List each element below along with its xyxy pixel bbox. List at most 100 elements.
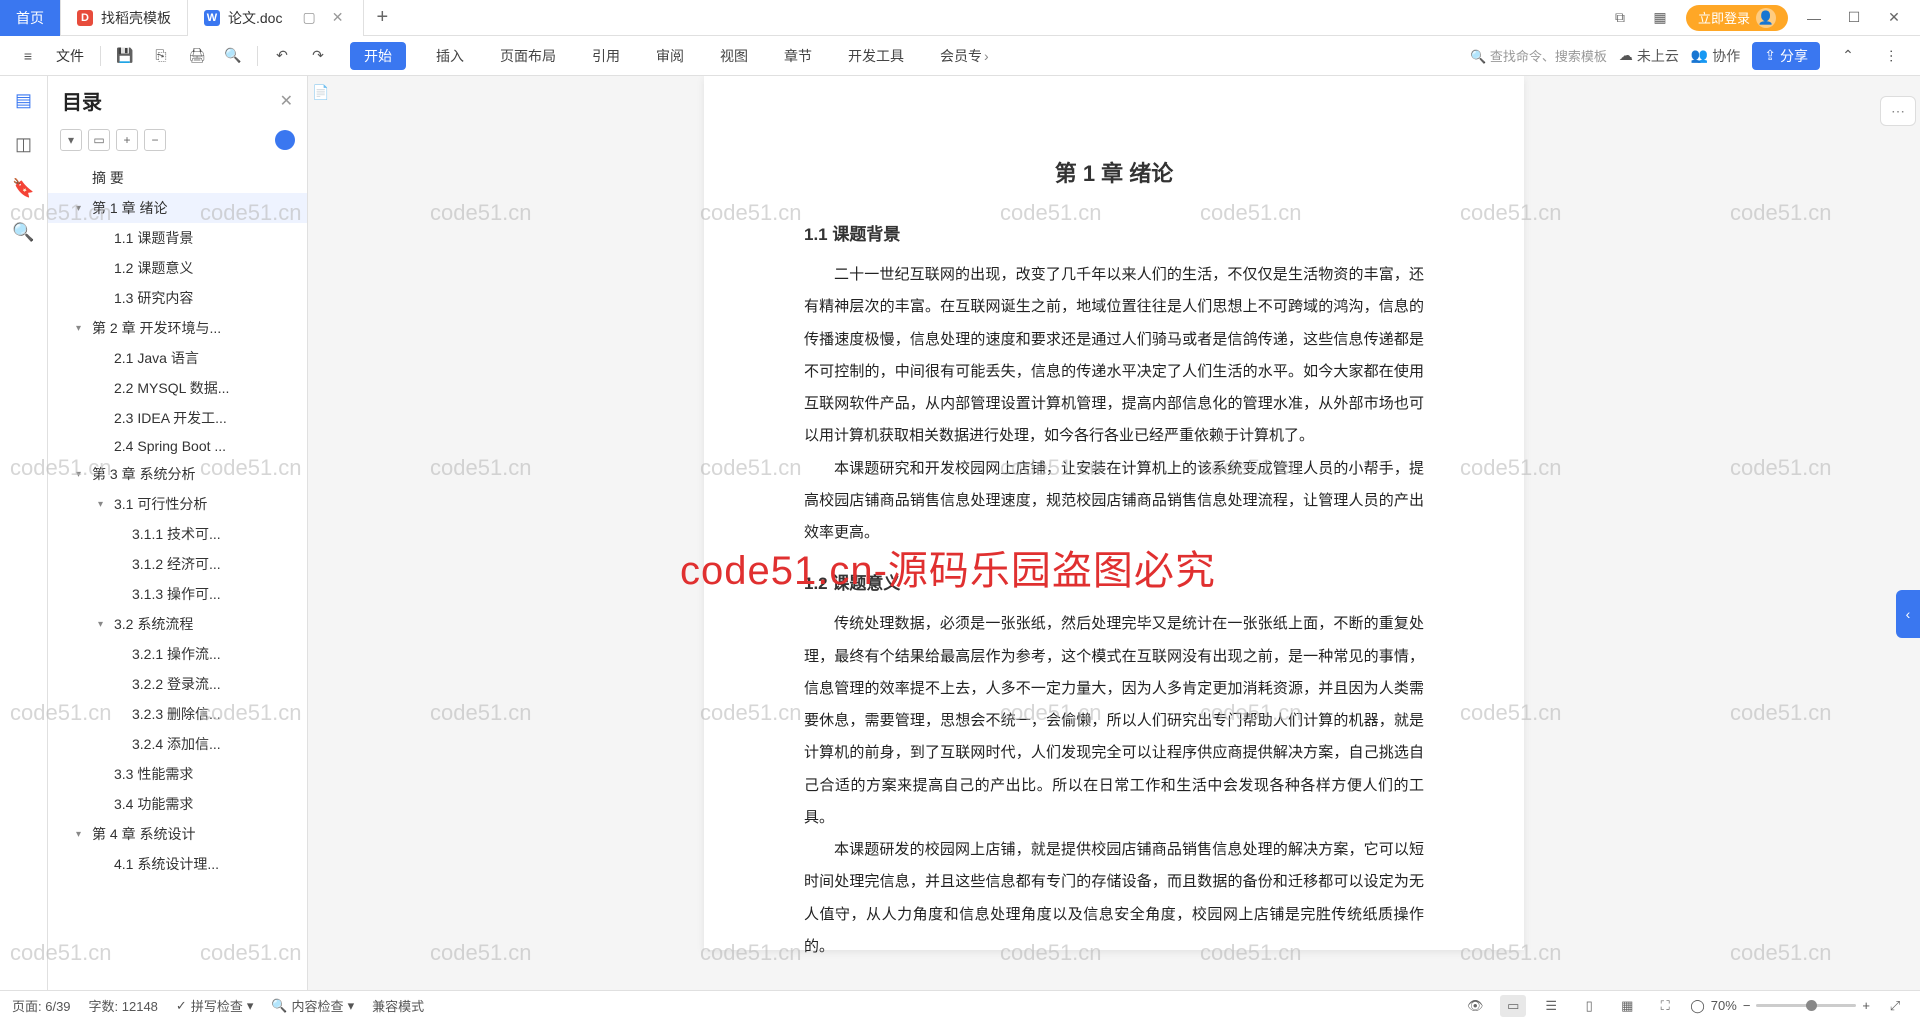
- section-1-title: 1.1 课题背景: [804, 220, 1424, 245]
- toc-item[interactable]: 1.1 课题背景: [48, 223, 307, 253]
- toc-collapse-all[interactable]: ▾: [60, 129, 82, 151]
- toc-item[interactable]: ▾第 2 章 开发环境与...: [48, 313, 307, 343]
- web-view-icon[interactable]: ▦: [1614, 995, 1640, 1017]
- more-icon[interactable]: ⋯: [1876, 40, 1908, 72]
- layout-icon[interactable]: ⧉: [1606, 4, 1634, 32]
- toc-item[interactable]: ▾第 1 章 绪论: [48, 193, 307, 223]
- ribbon-tab-0[interactable]: 开始: [350, 42, 406, 70]
- doc-marker-icon[interactable]: 📄: [312, 84, 338, 110]
- toc-item[interactable]: ▾3.2 系统流程: [48, 609, 307, 639]
- toc-item[interactable]: ▾第 3 章 系统分析: [48, 459, 307, 489]
- toc-item-label: 4.1 系统设计理...: [114, 854, 219, 874]
- toc-item[interactable]: 1.2 课题意义: [48, 253, 307, 283]
- toc-item[interactable]: 4.1 系统设计理...: [48, 849, 307, 879]
- toc-item[interactable]: 3.1.2 经济可...: [48, 549, 307, 579]
- toc-mode[interactable]: ▭: [88, 129, 110, 151]
- zoom-slider[interactable]: [1756, 1004, 1856, 1007]
- ribbon-tab-7[interactable]: 开发工具: [842, 42, 910, 70]
- side-tag-icon[interactable]: ‹: [1896, 590, 1920, 638]
- circle-icon[interactable]: ◯: [1690, 998, 1705, 1014]
- command-search[interactable]: 🔍 查找命令、搜索模板: [1470, 46, 1607, 65]
- undo-icon[interactable]: ↶: [266, 40, 298, 72]
- zoom-out-icon[interactable]: −: [1743, 998, 1751, 1013]
- toc-icon[interactable]: ▤: [12, 88, 36, 112]
- page-view-icon[interactable]: ▭: [1500, 995, 1526, 1017]
- cloud-status[interactable]: ☁ 未上云: [1619, 46, 1679, 66]
- fit-icon[interactable]: ⤢: [1882, 995, 1908, 1017]
- content-check[interactable]: 🔍 内容检查 ▾: [271, 996, 354, 1015]
- toc-item[interactable]: 3.4 功能需求: [48, 789, 307, 819]
- redo-icon[interactable]: ↷: [302, 40, 334, 72]
- toc-item[interactable]: 摘 要: [48, 163, 307, 193]
- print-icon[interactable]: 🖨: [181, 40, 213, 72]
- toc-item[interactable]: 3.1.1 技术可...: [48, 519, 307, 549]
- spell-check[interactable]: ✓ 拼写检查 ▾: [176, 996, 253, 1015]
- toc-item[interactable]: 3.1.3 操作可...: [48, 579, 307, 609]
- section-2-para-2: 本课题研发的校园网上店铺，就是提供校园店铺商品销售信息处理的解决方案，它可以短时…: [804, 834, 1424, 963]
- collab-button[interactable]: 👥 协作: [1691, 46, 1740, 66]
- tab-nested-icon[interactable]: ▢: [298, 9, 319, 26]
- chevron-up-icon[interactable]: ⌃: [1832, 40, 1864, 72]
- ribbon-tab-1[interactable]: 插入: [430, 42, 470, 70]
- tab-add-button[interactable]: +: [364, 6, 400, 29]
- toc-item[interactable]: 2.2 MYSQL 数据...: [48, 373, 307, 403]
- menu-icon[interactable]: ≡: [12, 40, 44, 72]
- toc-item[interactable]: 2.1 Java 语言: [48, 343, 307, 373]
- maximize-icon[interactable]: ☐: [1840, 4, 1868, 32]
- ribbon-tab-2[interactable]: 页面布局: [494, 42, 562, 70]
- tab-templates[interactable]: D 找稻壳模板: [61, 0, 188, 36]
- word-count[interactable]: 字数: 12148: [89, 996, 158, 1015]
- toc-item[interactable]: 2.4 Spring Boot ...: [48, 433, 307, 459]
- toc-title: 目录: [62, 86, 102, 115]
- bookmark-icon[interactable]: 🔖: [12, 176, 36, 200]
- close-window-icon[interactable]: ✕: [1880, 4, 1908, 32]
- ribbon-tab-5[interactable]: 视图: [714, 42, 754, 70]
- toc-close-icon[interactable]: ✕: [280, 91, 293, 111]
- toc-item[interactable]: 1.3 研究内容: [48, 283, 307, 313]
- doc-options-icon[interactable]: ⋯: [1880, 96, 1916, 126]
- close-icon[interactable]: ✕: [328, 9, 348, 26]
- outline-view-icon[interactable]: ☰: [1538, 995, 1564, 1017]
- toc-item[interactable]: 3.3 性能需求: [48, 759, 307, 789]
- ribbon-tab-3[interactable]: 引用: [586, 42, 626, 70]
- tab-document[interactable]: W 论文.doc ▢ ✕: [188, 0, 364, 36]
- ribbon-tab-6[interactable]: 章节: [778, 42, 818, 70]
- file-menu[interactable]: 文件: [48, 46, 92, 66]
- grid-icon[interactable]: ▦: [1646, 4, 1674, 32]
- section-1-para-2: 本课题研究和开发校园网上店铺，让安装在计算机上的该系统变成管理人员的小帮手，提高…: [804, 453, 1424, 550]
- toc-item[interactable]: 3.2.1 操作流...: [48, 639, 307, 669]
- toc-item[interactable]: 3.2.4 添加信...: [48, 729, 307, 759]
- toc-item-label: 2.2 MYSQL 数据...: [114, 378, 229, 398]
- zoom-in-icon[interactable]: +: [1862, 998, 1870, 1013]
- fullscreen-view-icon[interactable]: ⛶: [1652, 995, 1678, 1017]
- toc-item[interactable]: ▾第 4 章 系统设计: [48, 819, 307, 849]
- toc-item[interactable]: ▾3.1 可行性分析: [48, 489, 307, 519]
- toc-item[interactable]: 3.2.2 登录流...: [48, 669, 307, 699]
- toc-item[interactable]: 3.2.3 删除信...: [48, 699, 307, 729]
- share-button[interactable]: ⇪ 分享: [1752, 42, 1820, 70]
- toc-collapse[interactable]: −: [144, 129, 166, 151]
- zoom-level: 70%: [1711, 998, 1737, 1013]
- eye-icon[interactable]: 👁: [1462, 995, 1488, 1017]
- login-label: 立即登录: [1698, 8, 1750, 27]
- export-icon[interactable]: ⎘: [145, 40, 177, 72]
- search-icon[interactable]: 🔍: [12, 220, 36, 244]
- compat-mode[interactable]: 兼容模式: [372, 996, 424, 1015]
- toc-settings-icon[interactable]: [275, 130, 295, 150]
- toc-expand[interactable]: +: [116, 129, 138, 151]
- save-icon[interactable]: 💾: [109, 40, 141, 72]
- toc-item[interactable]: 2.3 IDEA 开发工...: [48, 403, 307, 433]
- toc-item-label: 3.4 功能需求: [114, 794, 193, 814]
- tab-home[interactable]: 首页: [0, 0, 61, 36]
- minimize-icon[interactable]: —: [1800, 4, 1828, 32]
- zoom-control[interactable]: ◯ 70% − +: [1690, 998, 1870, 1014]
- page-counter[interactable]: 页面: 6/39: [12, 996, 71, 1015]
- toc-item-label: 第 2 章 开发环境与...: [92, 318, 221, 338]
- toc-item-label: 3.2.3 删除信...: [132, 704, 221, 724]
- ribbon-tab-8[interactable]: 会员专: [934, 42, 988, 70]
- template-side-icon[interactable]: ◫: [12, 132, 36, 156]
- login-button[interactable]: 立即登录 👤: [1686, 5, 1788, 31]
- ribbon-tab-4[interactable]: 审阅: [650, 42, 690, 70]
- preview-icon[interactable]: 🔍: [217, 40, 249, 72]
- read-view-icon[interactable]: ▯: [1576, 995, 1602, 1017]
